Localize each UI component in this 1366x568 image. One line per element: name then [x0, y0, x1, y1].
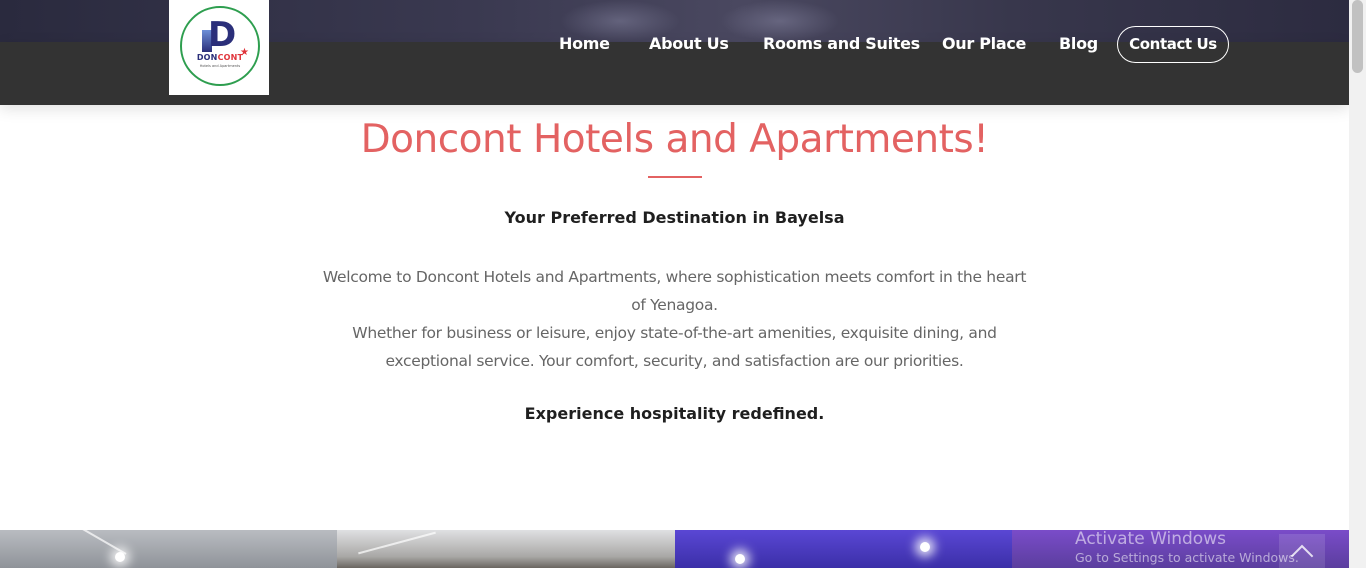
nav-rooms-and-suites[interactable]: Rooms and Suites — [763, 34, 920, 53]
ceiling-light — [734, 554, 745, 564]
intro-tagline: Experience hospitality redefined. — [524, 404, 825, 423]
page-scrollbar[interactable] — [1349, 0, 1366, 568]
title-divider — [648, 176, 702, 178]
gallery-photo[interactable] — [337, 530, 675, 568]
ceiling-light — [919, 542, 930, 552]
ceiling-beam — [358, 531, 437, 555]
logo-emblem: D ★ DONCONT Hotels and Apartments — [180, 6, 260, 86]
nav-about-us[interactable]: About Us — [649, 34, 729, 53]
watermark-title: Activate Windows — [1075, 529, 1226, 549]
gallery-photo[interactable] — [674, 530, 1012, 568]
gallery-photo[interactable] — [0, 530, 338, 568]
page-title: Doncont Hotels and Apartments! — [360, 117, 989, 162]
ceiling-light — [115, 552, 125, 562]
chevron-up-icon — [1290, 544, 1314, 568]
contact-us-button[interactable]: Contact Us — [1117, 26, 1229, 63]
nav-blog[interactable]: Blog — [1059, 34, 1098, 53]
intro-subtitle: Your Preferred Destination in Bayelsa — [504, 208, 845, 227]
site-logo[interactable]: D ★ DONCONT Hotels and Apartments — [169, 0, 269, 95]
intro-paragraph-2: Whether for business or leisure, enjoy s… — [352, 324, 997, 370]
intro-body: Welcome to Doncont Hotels and Apartments… — [320, 263, 1029, 375]
logo-word-a: DON — [196, 53, 218, 62]
logo-word-b: CONT — [217, 53, 244, 62]
back-to-top-button[interactable] — [1279, 534, 1325, 568]
scrollbar-thumb[interactable] — [1352, 0, 1363, 73]
logo-wordmark: DONCONT — [182, 53, 258, 62]
watermark-subtitle: Go to Settings to activate Windows. — [1075, 550, 1299, 565]
logo-letter: D — [208, 15, 237, 55]
intro-paragraph-1: Welcome to Doncont Hotels and Apartments… — [322, 268, 1027, 314]
logo-subtitle: Hotels and Apartments — [199, 64, 241, 68]
nav-our-place[interactable]: Our Place — [942, 34, 1026, 53]
nav-home[interactable]: Home — [559, 34, 610, 53]
activate-windows-watermark: Activate Windows Go to Settings to activ… — [1075, 529, 1299, 565]
